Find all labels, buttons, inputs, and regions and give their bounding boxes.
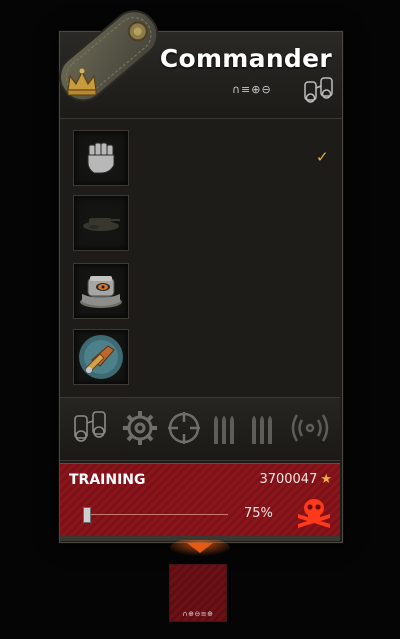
perk-fist[interactable] [73, 130, 129, 186]
skills-bar [60, 397, 340, 461]
repair-wrench-icon [79, 335, 123, 379]
binoculars-icon [302, 76, 336, 110]
perks-list: ✓ [60, 120, 340, 395]
training-section: TRAINING 3700047 ★ 75% [60, 463, 340, 537]
star-icon: ★ [320, 472, 332, 487]
perk-ammo-box[interactable] [73, 263, 129, 319]
training-xp: 3700047 ★ [259, 472, 332, 487]
ammo-icon[interactable] [208, 408, 242, 448]
ammo-box-icon [80, 276, 122, 308]
training-percent: 75% [244, 506, 273, 521]
skull-icon [298, 499, 330, 528]
slider-thumb[interactable] [83, 507, 91, 523]
perk-repair[interactable] [73, 329, 129, 385]
radio-icon[interactable] [288, 408, 332, 448]
expand-arrow-icon[interactable] [169, 540, 231, 562]
fist-icon [87, 142, 115, 174]
binoculars-icon[interactable] [72, 408, 110, 448]
check-mark-icon: ✓ [316, 148, 329, 166]
training-label: TRAINING [69, 472, 146, 488]
gear-icon[interactable] [120, 408, 160, 448]
crosshair-icon[interactable] [164, 408, 204, 448]
perk-camouflage[interactable] [73, 195, 129, 251]
training-xp-value: 3700047 [259, 472, 318, 487]
minicard-skill-icons: ∩⊕⊖≡⊕ [182, 610, 214, 618]
ammo-icon[interactable] [246, 408, 280, 448]
commander-rank-epaulette-icon [58, 10, 159, 102]
header-skill-icons: ∩≡⊕⊖ [232, 83, 272, 96]
crew-member-minicard[interactable]: ∩⊕⊖≡⊕ [169, 564, 227, 622]
tank-camo-icon [83, 218, 120, 231]
training-progress-slider[interactable] [83, 507, 228, 523]
crew-role-title: Commander [159, 44, 332, 73]
